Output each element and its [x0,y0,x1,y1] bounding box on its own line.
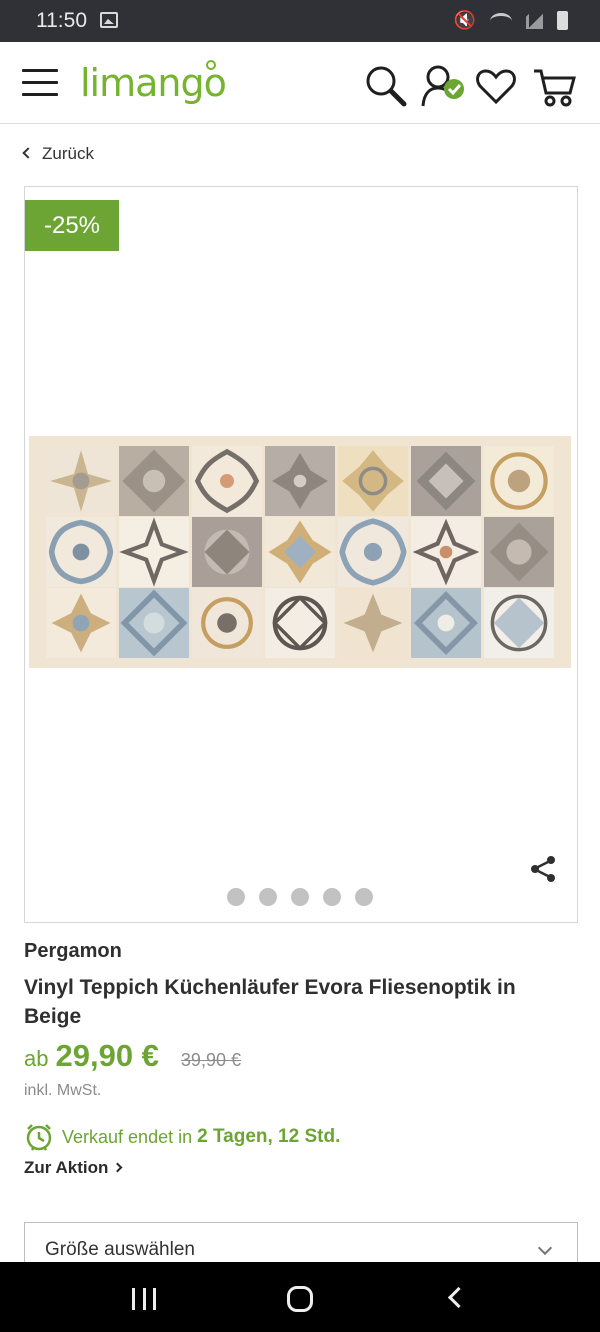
mute-icon: 🔇 [453,10,476,30]
wifi-icon [490,12,512,29]
chevron-down-icon [537,1240,553,1256]
status-icons: 🔇 [454,10,568,31]
discount-badge: -25% [25,200,119,251]
menu-icon[interactable] [22,69,58,99]
tile [45,517,117,587]
gallery-dot-4[interactable] [323,888,341,906]
tile [45,588,117,658]
tile [45,446,117,516]
price-prefix: ab [24,1046,49,1071]
sale-remaining: 2 Tagen, 12 Std. [197,1126,341,1147]
tile [337,588,409,658]
product-gallery[interactable]: -25% [24,186,578,923]
status-time: 11:50 [36,9,87,32]
gallery-dot-5[interactable] [355,888,373,906]
old-price: 39,90 € [180,1050,241,1070]
gallery-dot-3[interactable] [291,888,309,906]
home-icon[interactable] [287,1286,313,1312]
tile [410,517,482,587]
battery-icon [557,11,568,30]
sale-label: Verkauf endet in [62,1126,193,1147]
search-icon[interactable] [364,64,408,108]
tile [483,517,555,587]
chevron-left-icon [22,147,34,159]
image-pagination[interactable] [227,888,373,906]
product-title: Vinyl Teppich Küchenläufer Evora Fliesen… [24,976,516,1028]
tile [191,588,263,658]
tile [118,588,190,658]
logo-dot [206,60,216,70]
tile [483,588,555,658]
tile [191,517,263,587]
chevron-right-icon [112,1162,123,1173]
alarm-clock-icon [26,1124,52,1151]
gallery-dot-1[interactable] [227,888,245,906]
status-bar: 11:50 🔇 [0,0,600,42]
gallery-dot-2[interactable] [259,888,277,906]
recent-apps-icon[interactable] [132,1288,156,1310]
promotion-link[interactable]: Zur Aktion [24,1158,123,1178]
tile [118,446,190,516]
back-icon[interactable] [447,1286,470,1309]
tile [410,588,482,658]
tile [483,446,555,516]
tile [337,446,409,516]
header-actions [364,64,586,110]
tile [264,517,336,587]
tile [337,517,409,587]
size-placeholder: Größe auswählen [45,1239,195,1260]
back-label: Zurück [42,144,94,163]
current-price: 29,90 € [55,1038,159,1073]
back-link[interactable]: Zurück [22,144,94,164]
promotion-label: Zur Aktion [24,1158,109,1177]
tile [410,446,482,516]
account-icon[interactable] [420,64,466,110]
limango-logo[interactable]: limango [80,61,227,105]
wishlist-icon[interactable] [474,64,518,108]
tile-pattern [45,446,555,658]
tax-note: inkl. MwSt. [24,1082,102,1099]
top-navigation: limango [0,42,600,124]
system-navigation [0,1262,600,1332]
tile [264,588,336,658]
tile [191,446,263,516]
product-brand[interactable]: Pergamon [24,940,122,963]
cart-icon[interactable] [532,64,578,108]
price-row: ab 29,90 € 39,90 € [24,1038,241,1074]
tile [118,517,190,587]
gallery-icon [100,12,118,28]
share-icon[interactable] [528,854,558,884]
sale-countdown: Verkauf endet in 2 Tagen, 12 Std. [24,1122,340,1152]
tile [264,446,336,516]
product-image[interactable] [29,436,571,668]
signal-icon [526,12,543,29]
